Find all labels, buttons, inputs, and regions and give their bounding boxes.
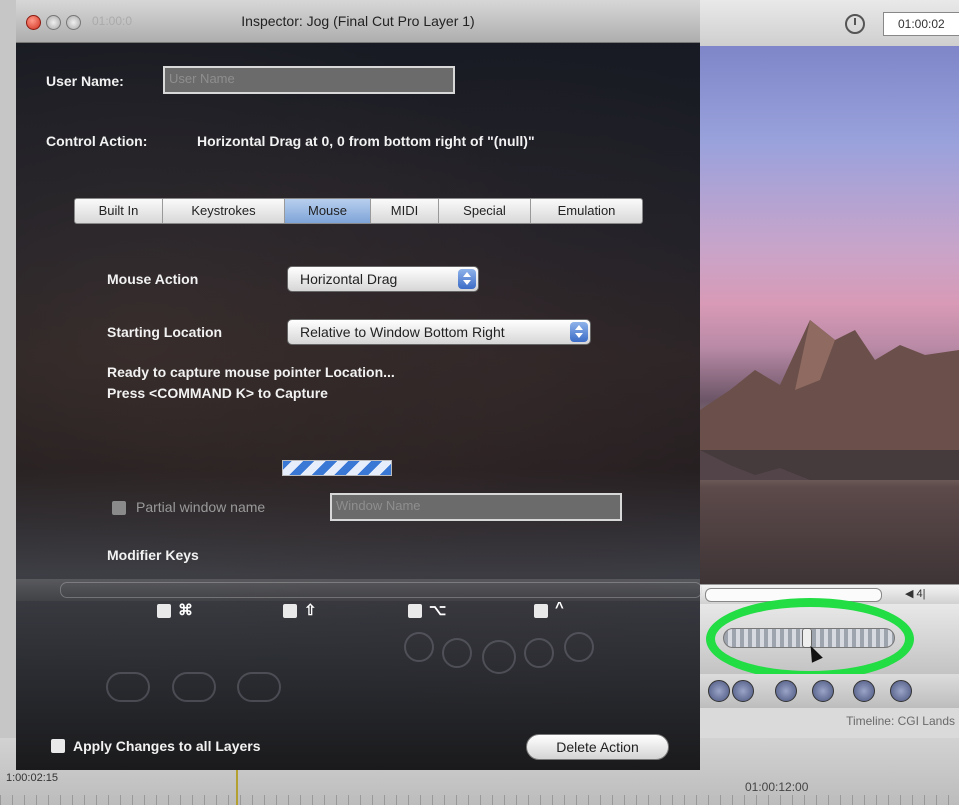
mountain-image <box>700 320 959 480</box>
capture-message-line2: Press <COMMAND K> to Capture <box>107 385 328 401</box>
timeline-ruler <box>0 795 959 805</box>
popup-arrows-icon <box>570 322 588 342</box>
ghost-jump-end-icon <box>564 632 594 662</box>
mouse-action-popup[interactable]: Horizontal Drag <box>287 266 479 292</box>
ghost-play-icon <box>482 640 516 674</box>
control-action-label: Control Action: <box>46 133 148 149</box>
command-key-icon: ⌘ <box>178 602 193 619</box>
ghost-jump-icon <box>404 632 434 662</box>
ghost-transport-controls <box>400 628 600 674</box>
ghost-edit-buttons <box>106 672 281 702</box>
match-frame-button[interactable] <box>853 680 875 702</box>
ghost-overwrite-icon <box>172 672 216 702</box>
window-name-input[interactable]: Window Name <box>330 493 622 521</box>
user-name-label: User Name: <box>46 73 124 89</box>
starting-location-popup[interactable]: Relative to Window Bottom Right <box>287 319 591 345</box>
mouse-action-label: Mouse Action <box>107 271 199 287</box>
ghost-insert-icon <box>106 672 150 702</box>
action-type-tabs: Built In Keystrokes Mouse MIDI Special E… <box>74 198 643 224</box>
partial-window-label: Partial window name <box>136 499 266 515</box>
timeline-title: Timeline: CGI Lands <box>700 708 959 738</box>
mark-clip-button[interactable] <box>775 680 797 702</box>
apply-all-label: Apply Changes to all Layers <box>73 738 261 754</box>
ghost-prev-icon <box>442 638 472 668</box>
user-name-input[interactable]: User Name <box>163 66 455 94</box>
apply-all-checkbox[interactable] <box>51 739 65 753</box>
partial-window-checkbox[interactable] <box>112 501 126 515</box>
viewer-timecode[interactable]: 01:00:02 <box>883 12 959 36</box>
highlight-ring <box>706 598 914 680</box>
shift-modifier-checkbox[interactable] <box>283 604 297 618</box>
tab-keystrokes[interactable]: Keystrokes <box>163 199 285 223</box>
starting-location-value: Relative to Window Bottom Right <box>300 324 505 340</box>
inspector-title: Inspector: Jog (Final Cut Pro Layer 1) <box>241 13 475 29</box>
show-edit-button[interactable] <box>890 680 912 702</box>
tab-built-in[interactable]: Built In <box>75 199 163 223</box>
timeline-timecode-right: 01:00:12:00 <box>745 780 809 794</box>
ghost-next-icon <box>524 638 554 668</box>
delete-action-button[interactable]: Delete Action <box>526 734 669 760</box>
capture-progress-bar <box>282 460 392 476</box>
option-modifier-checkbox[interactable] <box>408 604 422 618</box>
starting-location-label: Starting Location <box>107 324 223 340</box>
modifier-keys-label: Modifier Keys <box>107 547 199 563</box>
control-key-icon: ^ <box>555 599 564 616</box>
control-action-value: Horizontal Drag at 0, 0 from bottom righ… <box>197 133 535 149</box>
popup-arrows-icon <box>458 269 476 289</box>
tab-mouse[interactable]: Mouse <box>285 199 371 223</box>
tab-midi[interactable]: MIDI <box>371 199 439 223</box>
control-modifier-checkbox[interactable] <box>534 604 548 618</box>
tab-special[interactable]: Special <box>439 199 531 223</box>
tab-emulation[interactable]: Emulation <box>531 199 642 223</box>
command-modifier-checkbox[interactable] <box>157 604 171 618</box>
option-key-icon: ⌥ <box>429 602 447 619</box>
shift-key-icon: ⇧ <box>304 602 317 619</box>
capture-message-line1: Ready to capture mouse pointer Location.… <box>107 364 395 380</box>
mark-in-out-button[interactable] <box>708 680 730 702</box>
scrubber-end-controls[interactable]: ◀ 4| <box>905 587 959 601</box>
ghost-replace-icon <box>237 672 281 702</box>
timeline-timecode-left: 1:00:02:15 <box>6 772 58 784</box>
ghost-scrubber-track <box>60 582 702 598</box>
mouse-action-value: Horizontal Drag <box>300 271 398 287</box>
mark-out-button[interactable] <box>732 680 754 702</box>
clock-icon <box>845 14 865 34</box>
add-marker-button[interactable] <box>812 680 834 702</box>
desktop-edge <box>0 0 16 805</box>
